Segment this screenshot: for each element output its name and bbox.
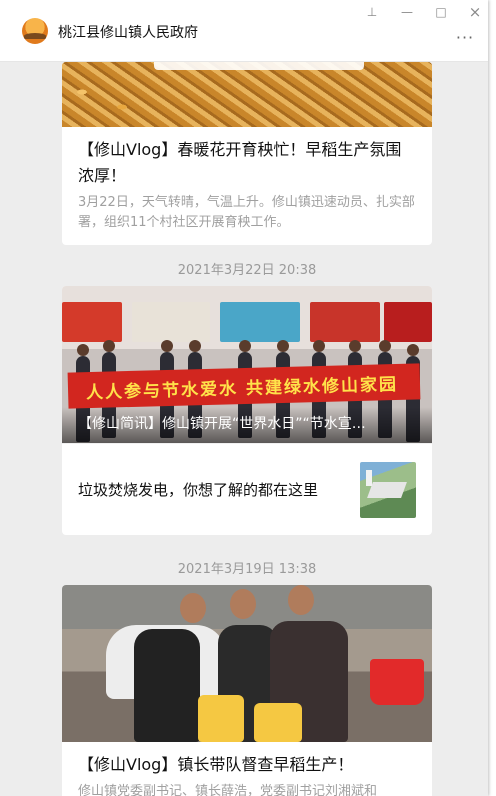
account-name: 桃江县修山镇人民政府 — [58, 25, 198, 41]
storefront-sign — [384, 302, 432, 342]
red-bucket — [370, 659, 424, 705]
sub-article-title[interactable]: 垃圾焚烧发电，你想了解的都在这里 — [78, 479, 318, 500]
article-title[interactable]: 【修山Vlog】春暖花开育秧忙！早稻生产氛围浓厚！ — [62, 127, 432, 189]
person-head — [288, 585, 314, 615]
timestamp: 2021年3月22日 20:38 — [177, 263, 317, 278]
message-feed: 【修山Vlog】春暖花开育秧忙！早稻生产氛围浓厚！ 3月22日，天气转晴，气温上… — [0, 62, 488, 796]
person-head — [230, 589, 256, 619]
timestamp: 2021年3月19日 13:38 — [177, 562, 317, 577]
cover-banner — [154, 62, 364, 70]
maximize-button[interactable]: □ — [431, 4, 451, 20]
pin-icon[interactable]: ⊥ — [362, 4, 382, 20]
storefront-sign — [62, 302, 122, 342]
sub-article-thumbnail — [360, 462, 416, 518]
grain-bag — [254, 703, 302, 742]
article-summary: 修山镇党委副书记、镇长薛浩，党委副书记刘湘斌和 — [78, 784, 378, 796]
close-button[interactable]: × — [465, 4, 485, 20]
article-cover-image — [62, 62, 432, 127]
article-window: 桃江县修山镇人民政府 ⊥ — □ × ··· 【修山Vlog】春暖花开育秧忙！早… — [0, 0, 488, 796]
storefront-sign — [132, 302, 210, 342]
article-summary: 3月22日，天气转晴，气温上升。修山镇迅速动员、扎实部署，组织11个村社区开展育… — [78, 195, 415, 230]
article-card[interactable]: 【修山Vlog】春暖花开育秧忙！早稻生产氛围浓厚！ 3月22日，天气转晴，气温上… — [62, 62, 432, 245]
title-bar: 桃江县修山镇人民政府 ⊥ — □ × ··· — [0, 0, 488, 62]
storefront-sign — [310, 302, 380, 342]
account-logo — [22, 18, 48, 44]
minimize-button[interactable]: — — [397, 4, 417, 20]
article-cover-image[interactable]: 人人参与节水爱水 共建绿水修山家园 【修山简讯】修山镇开展“世界水日”“节水宣… — [62, 286, 432, 443]
sub-article-item[interactable]: 垃圾焚烧发电，你想了解的都在这里 — [62, 443, 432, 535]
grain-bag — [198, 695, 244, 742]
more-options-button[interactable]: ··· — [452, 30, 478, 46]
storefront-sign — [220, 302, 300, 342]
article-cover-image — [62, 585, 432, 742]
article-title[interactable]: 【修山Vlog】镇长带队督查早稻生产！ — [62, 742, 432, 778]
person — [134, 629, 200, 742]
article-group-card: 人人参与节水爱水 共建绿水修山家园 【修山简讯】修山镇开展“世界水日”“节水宣…… — [62, 286, 432, 535]
article-title[interactable]: 【修山简讯】修山镇开展“世界水日”“节水宣… — [78, 413, 418, 433]
article-card[interactable]: 【修山Vlog】镇长带队督查早稻生产！ 修山镇党委副书记、镇长薛浩，党委副书记刘… — [62, 585, 432, 796]
person-head — [180, 593, 206, 623]
